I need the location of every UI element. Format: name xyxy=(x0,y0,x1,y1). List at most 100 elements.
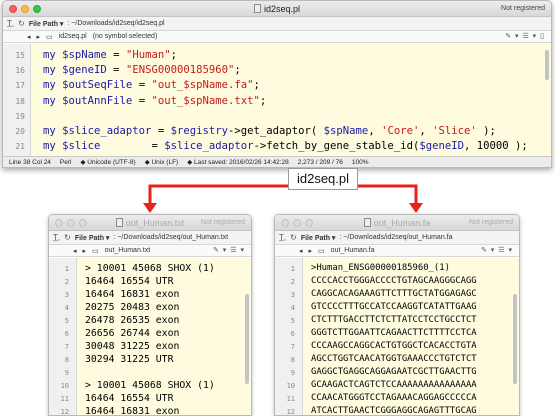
right-arrowhead xyxy=(409,203,423,213)
line-number: 2 xyxy=(64,278,69,286)
line-number: 8 xyxy=(64,356,69,364)
current-file-selector[interactable]: out_Human.txt xyxy=(105,247,151,254)
text-content: ATCACTTGAACTCGGGAGGCAGAGTTTGCAG xyxy=(311,406,477,416)
window-title-text: out_Human.txt xyxy=(125,218,185,228)
file-path-menu[interactable]: File Path ▾ xyxy=(75,234,110,242)
line-number: 4 xyxy=(290,304,295,312)
text-line[interactable]: 1 > 10001 45068 SHOX (1) xyxy=(49,262,251,275)
text-line[interactable]: 1 >Human_ENSG00000185960_(1) xyxy=(275,262,519,275)
text-line[interactable]: 2 CCCCACCTGGGACCCCTGTAGCAAGGGCAGG xyxy=(275,275,519,288)
not-registered-label: Not registered xyxy=(469,219,513,226)
text-content: GAGGCTGAGGCAGGAGAATCGCTTGAACTTG xyxy=(311,367,477,377)
text-content: GGGTCTTGGAATTCAGAACTTCTTTTCCTCA xyxy=(311,328,477,338)
text-content: 30048 31225 exon xyxy=(85,341,180,352)
text-editor[interactable]: 1 > 10001 45068 SHOX (1) 2 16464 16554 UTR 3… xyxy=(49,258,251,415)
left-titlebar: out_Human.txt Not registered xyxy=(49,215,251,231)
back-arrow-icon[interactable]: ◂ xyxy=(299,247,303,255)
line-number: 7 xyxy=(290,343,295,351)
line-number: 9 xyxy=(64,369,69,377)
text-line[interactable]: 8 30294 31225 UTR xyxy=(49,353,251,366)
text-content: CAGGCACAGAAAGTTCTTTGCTATGGAGAGC xyxy=(311,289,477,299)
text-line[interactable]: 11 CCAACATGGGTCCTAGAAACAGGAGCCCCCA xyxy=(275,392,519,405)
text-content: 26656 26744 exon xyxy=(85,328,180,339)
text-content: 16464 16831 exon xyxy=(85,289,180,300)
toolbar-icons[interactable]: ✎ ▾ ☰ ▾ xyxy=(213,246,245,254)
text-content: CCCCACCTGGGACCCCTGTAGCAAGGGCAGG xyxy=(311,276,477,286)
line-number: 5 xyxy=(290,317,295,325)
text-content: CCAACATGGGTCCTAGAAACAGGAGCCCCCA xyxy=(311,393,477,403)
line-number: 6 xyxy=(64,330,69,338)
text-content: 30294 31225 UTR xyxy=(85,354,174,365)
text-content: CCCAAGCCAGGCACTGTGGCTCACACCTGTA xyxy=(311,341,477,351)
text-line[interactable]: 12 ATCACTTGAACTCGGGAGGCAGAGTTTGCAG xyxy=(275,405,519,416)
line-number: 12 xyxy=(286,408,295,416)
right-arrow-line xyxy=(358,184,418,204)
navigation-bar: ◂ ▸ ▭ out_Human.fa ✎ ▾ ☰ ▾ xyxy=(275,245,519,257)
text-line[interactable]: 5 26478 26535 exon xyxy=(49,314,251,327)
toolbar-icons[interactable]: ✎ ▾ ☰ ▾ xyxy=(481,246,513,254)
line-number: 5 xyxy=(64,317,69,325)
text-line[interactable]: 9 xyxy=(49,366,251,379)
line-number: 3 xyxy=(290,291,295,299)
annotation-output-window: out_Human.txt Not registered T̲, ↻ File … xyxy=(48,214,252,416)
text-content: >Human_ENSG00000185960_(1) xyxy=(311,263,450,273)
text-file-icon xyxy=(115,218,123,227)
script-label: id2seq.pl xyxy=(288,168,358,190)
text-line[interactable]: 4 GTCCCCTTTGCCATCCAAGGTCATATTGAAG xyxy=(275,301,519,314)
line-number: 9 xyxy=(290,369,295,377)
line-number: 4 xyxy=(64,304,69,312)
text-line[interactable]: 7 CCCAAGCCAGGCACTGTGGCTCACACCTGTA xyxy=(275,340,519,353)
text-line[interactable]: 2 16464 16554 UTR xyxy=(49,275,251,288)
forward-arrow-icon[interactable]: ▸ xyxy=(83,247,87,255)
file-path-menu[interactable]: File Path ▾ xyxy=(301,234,336,242)
file-menu-icon[interactable]: ▭ xyxy=(92,247,99,255)
text-content: > 10001 45068 SHOX (1) xyxy=(85,263,215,274)
sequence-output-window: out_Human.fa Not registered T̲, ↻ File P… xyxy=(274,214,520,416)
text-line[interactable]: 6 GGGTCTTGGAATTCAGAACTTCTTTTCCTCA xyxy=(275,327,519,340)
text-content: 26478 26535 exon xyxy=(85,315,180,326)
line-number: 1 xyxy=(290,265,295,273)
line-number: 2 xyxy=(290,278,295,286)
navigation-bar: ◂ ▸ ▭ out_Human.txt ✎ ▾ ☰ ▾ xyxy=(49,245,251,257)
current-file-selector[interactable]: out_Human.fa xyxy=(331,247,375,254)
refresh-icon[interactable]: ↻ xyxy=(290,233,297,242)
line-number: 11 xyxy=(60,395,69,403)
line-number: 10 xyxy=(286,382,295,390)
text-content: CTCTTTGACCTTCTCTTATCCTCCTGCCTCT xyxy=(311,315,477,325)
text-content: 16464 16554 UTR xyxy=(85,393,174,404)
text-content: 16464 16554 UTR xyxy=(85,276,174,287)
text-line[interactable]: 10 GCAAGACTCAGTCTCCAAAAAAAAAAAAAAA xyxy=(275,379,519,392)
forward-arrow-icon[interactable]: ▸ xyxy=(309,247,313,255)
left-arrowhead xyxy=(143,203,157,213)
text-line[interactable]: 6 26656 26744 exon xyxy=(49,327,251,340)
window-title-text: out_Human.fa xyxy=(373,218,431,228)
text-editor[interactable]: 1 >Human_ENSG00000185960_(1) 2 CCCCACCTGGGA… xyxy=(275,258,519,415)
text-line[interactable]: 5 CTCTTTGACCTTCTCTTATCCTCCTGCCTCT xyxy=(275,314,519,327)
text-line[interactable]: 4 20275 20483 exon xyxy=(49,301,251,314)
not-registered-label: Not registered xyxy=(201,219,245,226)
line-number: 3 xyxy=(64,291,69,299)
refresh-icon[interactable]: ↻ xyxy=(64,233,71,242)
text-line[interactable]: 11 16464 16554 UTR xyxy=(49,392,251,405)
text-tool-icon[interactable]: T̲, xyxy=(279,233,286,242)
text-content: GTCCCCTTTGCCATCCAAGGTCATATTGAAG xyxy=(311,302,477,312)
text-line[interactable]: 3 CAGGCACAGAAAGTTCTTTGCTATGGAGAGC xyxy=(275,288,519,301)
file-path-value: : ~/Downloads/id2seq/out_Human.fa xyxy=(339,234,453,241)
text-line[interactable]: 3 16464 16831 exon xyxy=(49,288,251,301)
text-tool-icon[interactable]: T̲, xyxy=(53,233,60,242)
text-content: 16464 16831 exon xyxy=(85,406,180,416)
text-line[interactable]: 7 30048 31225 exon xyxy=(49,340,251,353)
text-line[interactable]: 8 AGCCTGGTCAACATGGTGAAACCCTGTCTCT xyxy=(275,353,519,366)
line-number: 6 xyxy=(290,330,295,338)
line-number: 12 xyxy=(60,408,69,416)
back-arrow-icon[interactable]: ◂ xyxy=(73,247,77,255)
file-path-value: : ~/Downloads/id2seq/out_Human.txt xyxy=(113,234,229,241)
text-content: GCAAGACTCAGTCTCCAAAAAAAAAAAAAAA xyxy=(311,380,477,390)
text-line[interactable]: 10 > 10001 45068 SHOX (1) xyxy=(49,379,251,392)
text-file-icon xyxy=(363,218,371,227)
line-number: 8 xyxy=(290,356,295,364)
line-number: 7 xyxy=(64,343,69,351)
text-line[interactable]: 12 16464 16831 exon xyxy=(49,405,251,416)
file-menu-icon[interactable]: ▭ xyxy=(318,247,325,255)
text-line[interactable]: 9 GAGGCTGAGGCAGGAGAATCGCTTGAACTTG xyxy=(275,366,519,379)
